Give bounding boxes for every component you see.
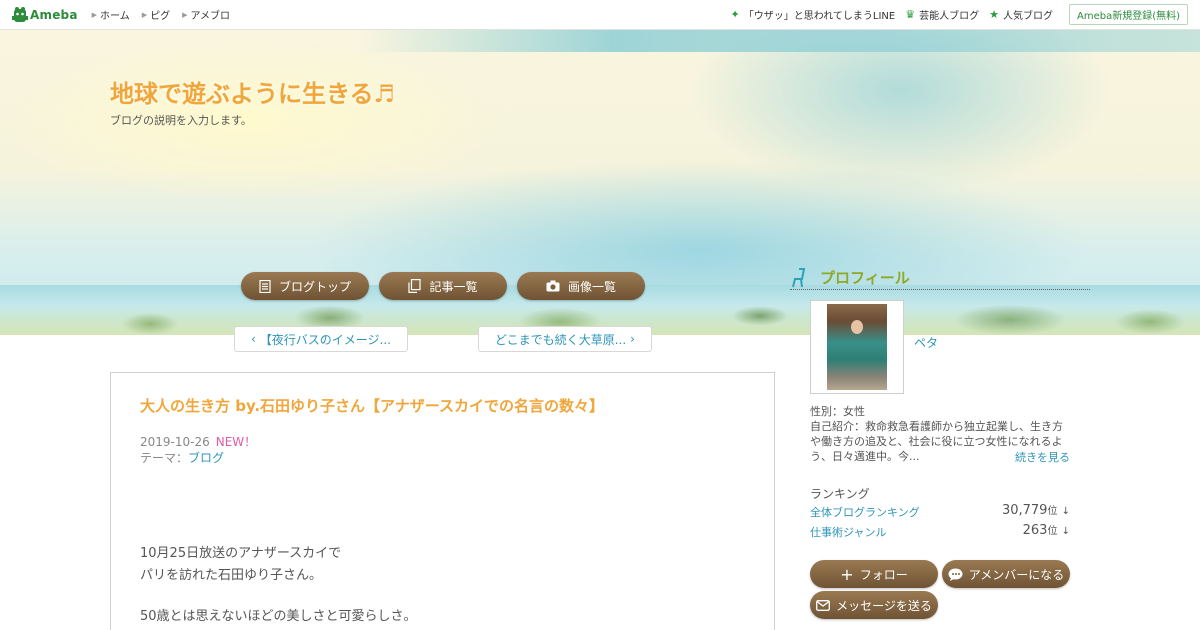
follow-label: フォロー	[859, 567, 908, 582]
prev-entry-link[interactable]: ‹ 【夜行バスのイメージ...	[234, 326, 408, 352]
profile-title: プロフィール	[820, 269, 910, 287]
image-list-label: 画像一覧	[567, 279, 616, 294]
entry-list-label: 記事一覧	[429, 279, 478, 294]
article-title[interactable]: 大人の生き方 by.石田ゆり子さん【アナザースカイでの名言の数々】	[140, 395, 604, 416]
ranking-unit: 位	[1047, 526, 1058, 537]
nav-home-label: ホーム	[100, 11, 130, 22]
chair-icon	[792, 268, 806, 288]
ranking-unit: 位	[1047, 506, 1058, 517]
triangle-right-icon: ▶	[182, 10, 188, 19]
blog-description: ブログの説明を入力します。	[110, 114, 252, 127]
theme-label: テーマ：	[140, 451, 189, 465]
amember-button[interactable]: アメンバーになる	[942, 560, 1070, 588]
ranking-genre-link[interactable]: 仕事術ジャンル	[810, 526, 886, 539]
chevron-right-icon: ›	[630, 332, 635, 346]
ranking-row-overall: 全体ブログランキング 30,779位 ↓	[810, 502, 1070, 520]
link-celebrity-blog[interactable]: ♛ 芸能人ブログ	[905, 7, 979, 22]
ranking-title: ランキング	[810, 487, 870, 501]
article-body: 10月25日放送のアナザースカイで パリを訪れた石田ゆり子さん。 50歳とは思え…	[140, 543, 417, 628]
star-icon: ★	[989, 8, 999, 21]
nav-ameblo[interactable]: ▶ アメブロ	[182, 7, 231, 23]
blog-title[interactable]: 地球で遊ぶように生きる♬	[110, 74, 395, 109]
header-left: Ameba ▶ ホーム ▶ ピグ ▶ アメブロ	[12, 6, 242, 24]
sky-band	[360, 30, 1200, 52]
blog-top-button[interactable]: ブログトップ	[241, 272, 369, 300]
article-date: 2019-10-26	[140, 435, 210, 449]
ranking-overall-value: 30,779位 ↓	[1002, 502, 1070, 518]
chevron-left-icon: ‹	[250, 332, 256, 346]
link-line-article-label: 「ウザッ」と思われてしまうLINE	[743, 11, 896, 22]
avatar-image	[827, 304, 887, 390]
logo-text: Ameba	[30, 7, 78, 22]
crown-icon: ♛	[905, 8, 916, 21]
chat-bubble-icon	[948, 568, 963, 581]
nav-pigg[interactable]: ▶ ピグ	[141, 7, 171, 23]
article-meta-date: 2019-10-26 NEW！	[140, 433, 256, 450]
link-line-article[interactable]: ✦ 「ウザッ」と思われてしまうLINE	[730, 7, 895, 22]
prev-entry-label: 【夜行バスのイメージ...	[259, 332, 392, 347]
profile-avatar[interactable]	[810, 300, 904, 394]
ranking-genre-value: 263位 ↓	[1023, 522, 1070, 538]
blog-top-label: ブログトップ	[278, 279, 351, 294]
article-line: パリを訪れた石田ゆり子さん。	[140, 568, 323, 583]
ranking-value: 30,779	[1001, 503, 1048, 518]
header-right: ✦ 「ウザッ」と思われてしまうLINE ♛ 芸能人ブログ ★ 人気ブログ Ame…	[720, 4, 1188, 25]
link-popular-blog[interactable]: ★ 人気ブログ	[989, 7, 1053, 22]
envelope-icon	[816, 599, 831, 611]
article-line: 10月25日放送のアナザースカイで	[140, 546, 342, 561]
article-theme: テーマ：ブログ	[140, 449, 224, 466]
read-more-link[interactable]: 続きを見る	[1015, 449, 1070, 465]
peta-link[interactable]: ペタ	[914, 334, 938, 351]
sparkle-icon: ✦	[730, 8, 740, 21]
triangle-right-icon: ▶	[91, 10, 98, 19]
message-button[interactable]: メッセージを送る	[810, 591, 938, 619]
message-label: メッセージを送る	[836, 598, 932, 613]
nav-ameblo-label: アメブロ	[190, 11, 231, 22]
article: 大人の生き方 by.石田ゆり子さん【アナザースカイでの名言の数々】 2019-1…	[110, 372, 775, 630]
next-entry-label: どこまでも続く大草原...	[495, 332, 627, 347]
link-celebrity-blog-label: 芸能人ブログ	[919, 11, 980, 22]
profile-gender: 性別：女性	[810, 405, 865, 418]
ranking-row-genre: 仕事術ジャンル 263位 ↓	[810, 522, 1070, 540]
ameba-logo-icon	[12, 6, 28, 22]
document-icon	[259, 279, 271, 293]
signup-button[interactable]: Ameba新規登録(無料)	[1068, 4, 1188, 25]
arrow-down-icon: ↓	[1061, 506, 1070, 517]
ameba-logo[interactable]: Ameba	[12, 6, 78, 24]
camera-icon	[546, 280, 560, 292]
triangle-right-icon: ▶	[141, 10, 148, 19]
entry-list-button[interactable]: 記事一覧	[379, 272, 507, 300]
ranking-value: 263	[1022, 523, 1048, 538]
arrow-down-icon: ↓	[1061, 526, 1070, 537]
theme-link[interactable]: ブログ	[188, 451, 224, 465]
image-list-button[interactable]: 画像一覧	[517, 272, 645, 300]
ranking-overall-link[interactable]: 全体ブログランキング	[810, 506, 920, 519]
new-badge: NEW！	[215, 435, 257, 449]
ameba-global-header: Ameba ▶ ホーム ▶ ピグ ▶ アメブロ ✦ 「ウザッ」と思われてしまうL…	[0, 0, 1200, 30]
amember-label: アメンバーになる	[968, 567, 1065, 582]
next-entry-link[interactable]: どこまでも続く大草原... ›	[478, 326, 652, 352]
copy-icon	[408, 279, 422, 293]
profile-header: プロフィール	[790, 266, 1090, 290]
nav-home[interactable]: ▶ ホーム	[91, 7, 130, 23]
article-line: 50歳とは思えないほどの美しさと可愛らしさ。	[140, 609, 417, 624]
nav-pigg-label: ピグ	[150, 11, 171, 22]
plus-icon: +	[840, 564, 854, 584]
link-popular-blog-label: 人気ブログ	[1002, 11, 1053, 22]
follow-button[interactable]: + フォロー	[810, 560, 938, 588]
